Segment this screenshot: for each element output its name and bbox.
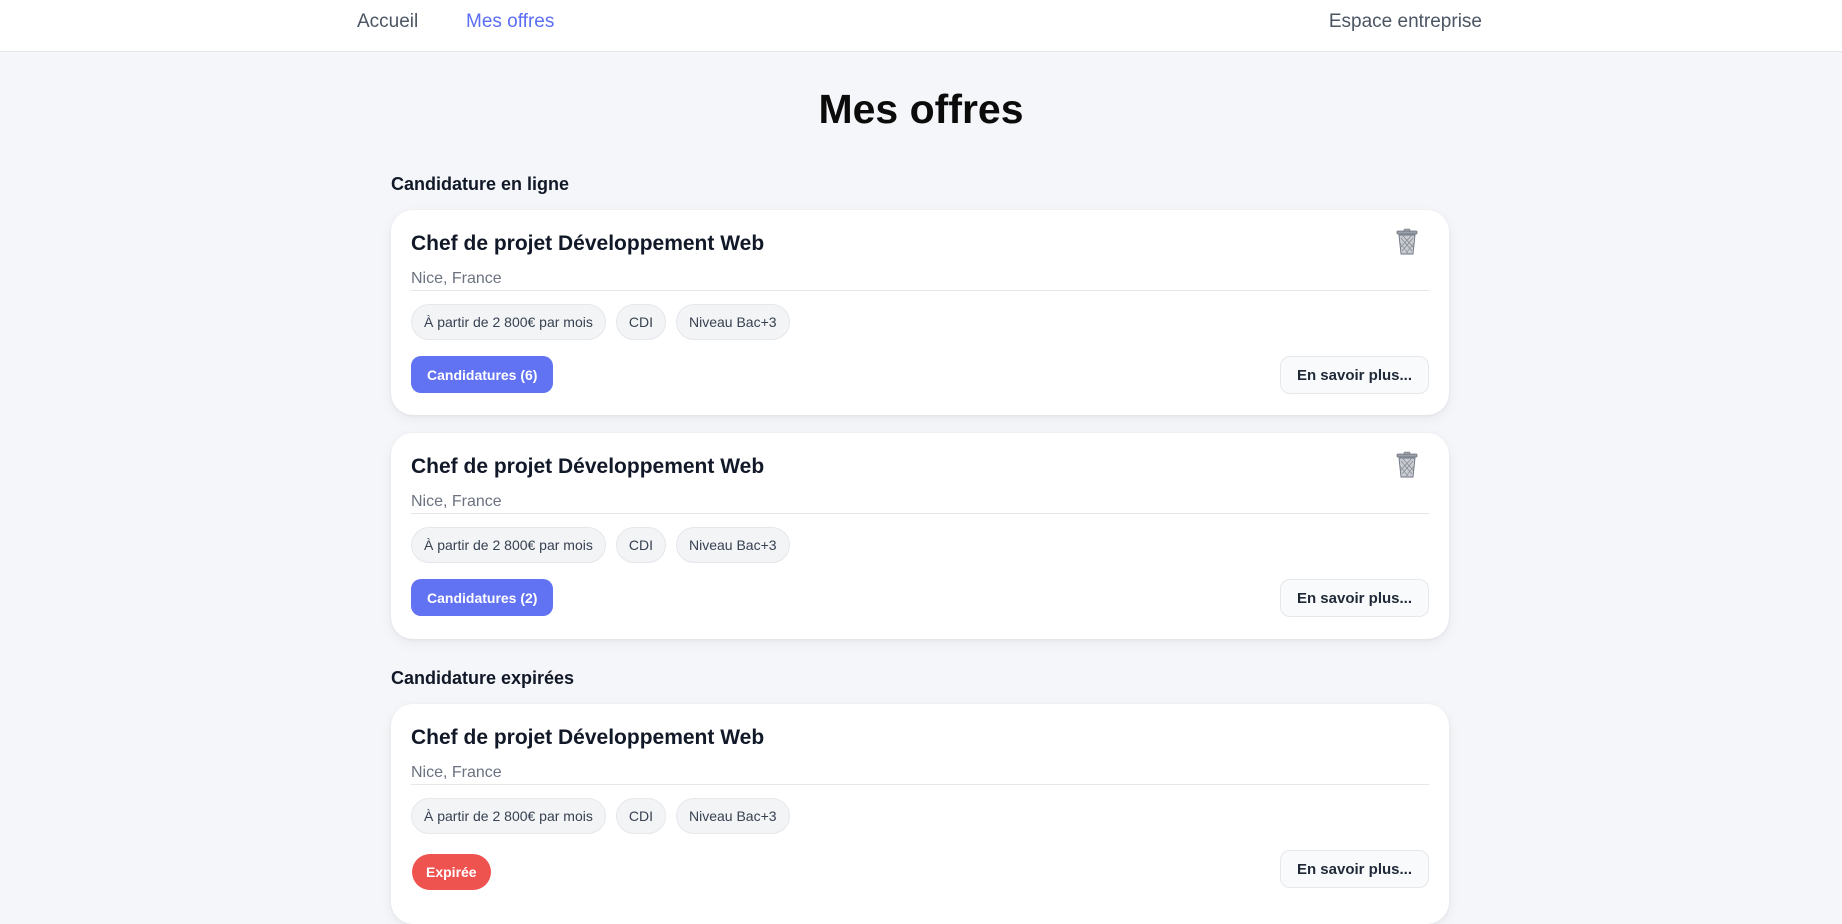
offer-card: Chef de projet Développement Web Nice, F… (391, 210, 1449, 415)
offer-card: Chef de projet Développement Web Nice, F… (391, 433, 1449, 639)
trash-icon[interactable] (1395, 451, 1419, 479)
trash-icon[interactable] (1395, 228, 1419, 256)
expired-offer-card: Chef de projet Développement Web Nice, F… (391, 704, 1449, 924)
nav-home-link[interactable]: Accueil (357, 11, 418, 33)
offer-location: Nice, France (411, 493, 502, 510)
nav-my-offers-link[interactable]: Mes offres (466, 11, 554, 33)
learn-more-button[interactable]: En savoir plus... (1279, 850, 1429, 888)
section-heading-expired: Candidature expirées (391, 668, 575, 688)
learn-more-button[interactable]: En savoir plus... (1279, 356, 1429, 394)
tag-list: À partir de 2 800€ par mois CDI Niveau B… (411, 798, 790, 834)
top-nav: Accueil Mes offres Espace entreprise (0, 0, 1842, 52)
divider (411, 513, 1429, 514)
offer-location: Nice, France (411, 270, 502, 287)
applications-button[interactable]: Candidatures (2) (411, 579, 554, 616)
education-level-tag: Niveau Bac+3 (676, 304, 790, 340)
nav-company-space-link[interactable]: Espace entreprise (1329, 11, 1482, 33)
salary-tag: À partir de 2 800€ par mois (411, 527, 606, 563)
contract-tag: CDI (615, 304, 666, 340)
salary-tag: À partir de 2 800€ par mois (411, 798, 606, 834)
section-heading-online: Candidature en ligne (391, 174, 570, 194)
offer-location: Nice, France (411, 764, 502, 781)
education-level-tag: Niveau Bac+3 (676, 527, 790, 563)
page-title: Mes offres (818, 86, 1024, 132)
education-level-tag: Niveau Bac+3 (676, 798, 790, 834)
offer-title: Chef de projet Développement Web (411, 726, 765, 749)
offer-title: Chef de projet Développement Web (411, 455, 765, 478)
applications-button[interactable]: Candidatures (6) (411, 356, 554, 393)
offer-title: Chef de projet Développement Web (411, 232, 765, 255)
expired-status-badge: Expirée (412, 854, 491, 890)
contract-tag: CDI (615, 798, 666, 834)
salary-tag: À partir de 2 800€ par mois (411, 304, 606, 340)
tag-list: À partir de 2 800€ par mois CDI Niveau B… (411, 304, 790, 340)
contract-tag: CDI (615, 527, 666, 563)
tag-list: À partir de 2 800€ par mois CDI Niveau B… (411, 527, 790, 563)
divider (411, 290, 1429, 291)
learn-more-button[interactable]: En savoir plus... (1279, 579, 1429, 617)
divider (411, 784, 1429, 785)
